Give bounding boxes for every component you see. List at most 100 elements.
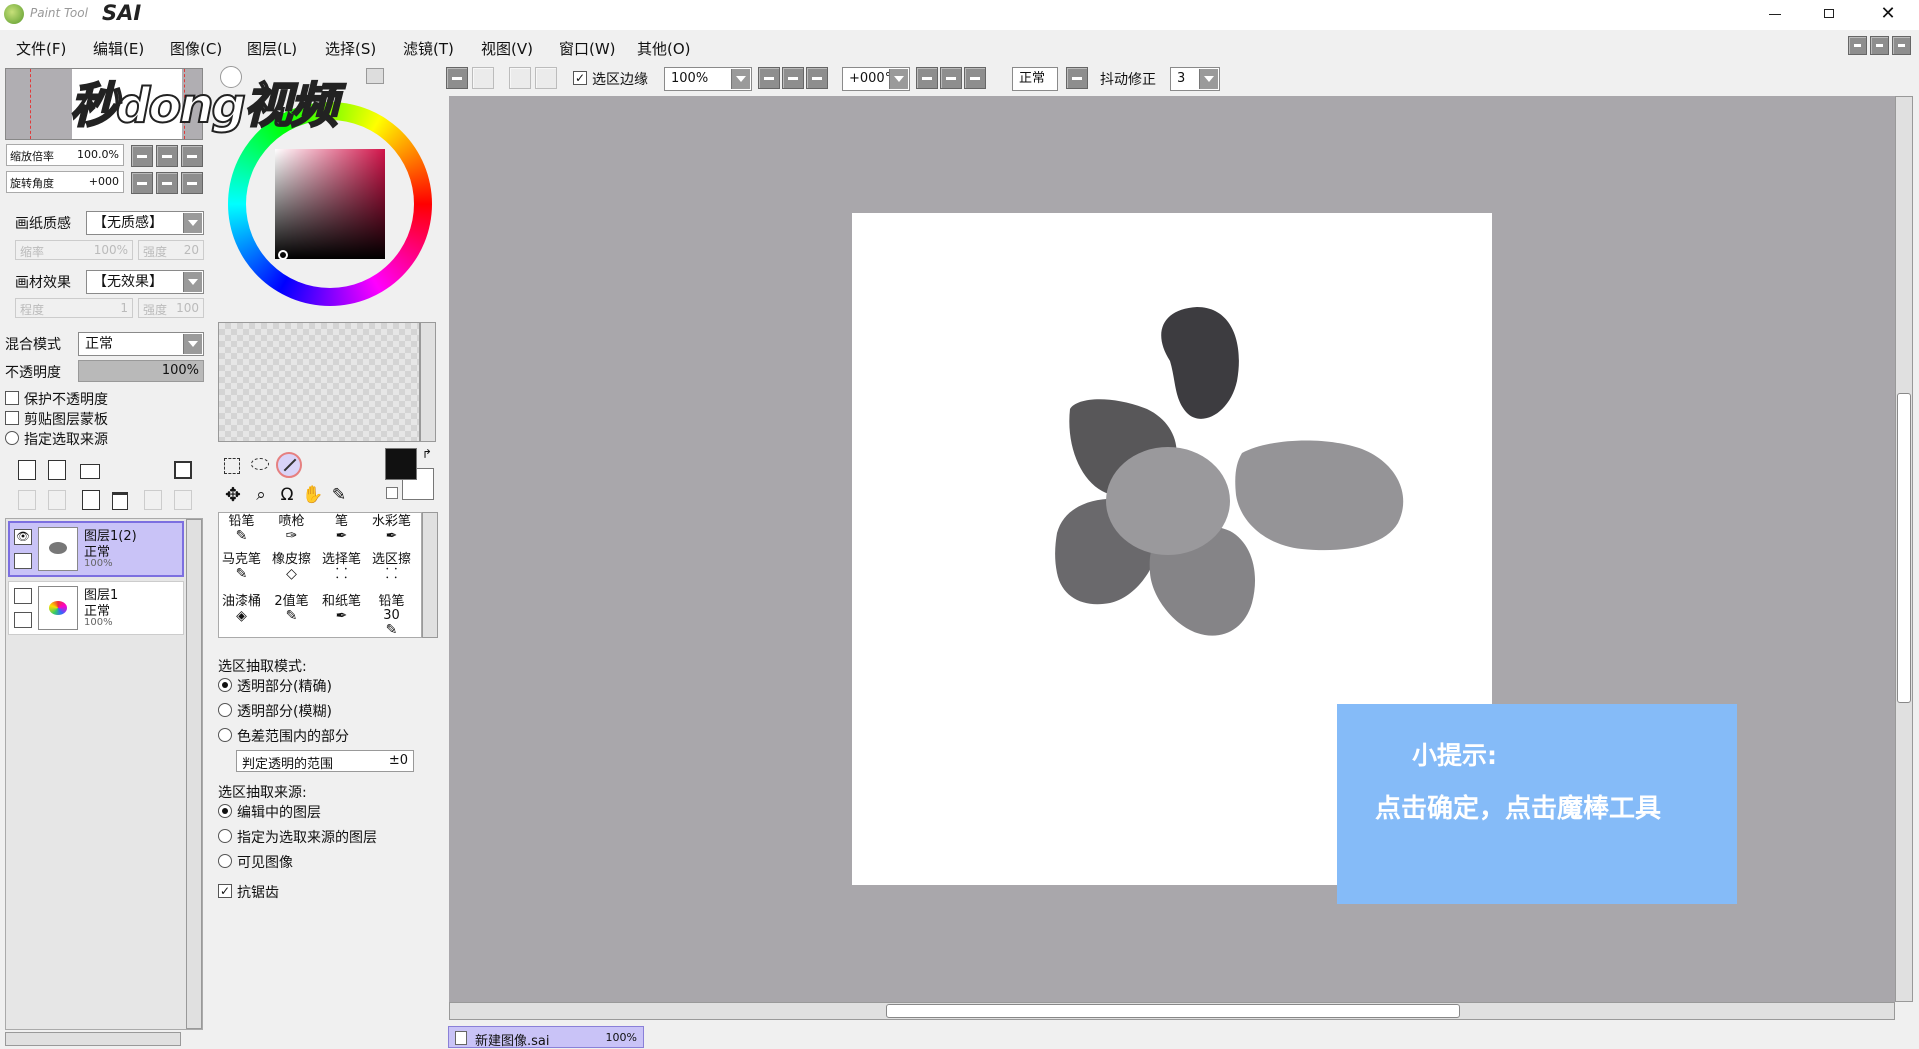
transfer-down-button[interactable] <box>18 490 36 510</box>
menu-view[interactable]: 视图(V) <box>481 38 533 59</box>
new-linework-layer-button[interactable] <box>48 460 66 480</box>
flip-view-button[interactable] <box>1066 67 1088 89</box>
deselect-button[interactable] <box>509 67 531 89</box>
color-panel-tab[interactable] <box>366 68 384 84</box>
brush-bucket[interactable]: 油漆桶 ◈ <box>221 595 262 629</box>
layer-row[interactable]: 👁 图层1(2) 正常 100% <box>8 521 184 577</box>
brush-eraser[interactable]: 橡皮擦 ◇ <box>271 553 312 587</box>
brush-pencil30[interactable]: 铅笔30 ✎ <box>371 595 412 638</box>
toolbar-zoom-in-button[interactable] <box>782 67 804 89</box>
document-tab[interactable]: 新建图像.sai 100% <box>448 1026 644 1049</box>
brush-washi[interactable]: 和纸笔 ✒ <box>321 595 362 629</box>
view-mode-select[interactable]: 正常 <box>1012 67 1058 91</box>
restore-button[interactable] <box>1810 0 1850 28</box>
selection-source-radio[interactable] <box>5 431 19 445</box>
rotate-right-button[interactable] <box>940 67 962 89</box>
rotate-ccw-button[interactable] <box>131 172 153 194</box>
layer-action-button[interactable] <box>144 490 162 510</box>
paper-effect-select[interactable]: 【无效果】 <box>86 270 204 294</box>
mdi-restore-button[interactable] <box>1870 36 1889 55</box>
menu-select[interactable]: 选择(S) <box>325 38 376 59</box>
brush-pencil[interactable]: 铅笔 ✎ <box>221 515 262 549</box>
toolbar-zoom-out-button[interactable] <box>758 67 780 89</box>
zoom-out-button[interactable] <box>131 145 153 167</box>
selection-edge-checkbox[interactable]: ✓ <box>573 71 587 85</box>
protect-opacity-checkbox[interactable] <box>5 391 19 405</box>
menu-edit[interactable]: 编辑(E) <box>93 38 144 59</box>
toolbar-zoom-reset-button[interactable] <box>806 67 828 89</box>
brush-lock-icon[interactable] <box>14 612 32 628</box>
eye-icon[interactable]: 👁 <box>14 529 32 545</box>
scratchpad-scrollbar[interactable] <box>420 322 436 442</box>
canvas-hscrollbar[interactable] <box>449 1002 1895 1020</box>
layer-list-scrollbar[interactable] <box>186 519 202 1029</box>
scratchpad[interactable] <box>218 322 420 442</box>
rect-select-icon[interactable] <box>224 458 240 474</box>
mode-radio-2[interactable] <box>218 728 232 742</box>
stabilizer-select[interactable]: 3 <box>1170 67 1220 91</box>
menu-file[interactable]: 文件(F) <box>16 38 66 59</box>
lasso-icon[interactable] <box>251 458 269 470</box>
hand-icon[interactable]: ✋ <box>302 484 324 506</box>
brush-grid-scrollbar[interactable] <box>422 512 438 638</box>
menu-layer[interactable]: 图层(L) <box>247 38 297 59</box>
rotate-reset-toolbar-button[interactable] <box>964 67 986 89</box>
brush-airbrush[interactable]: 喷枪 ✑ <box>271 515 312 549</box>
foreground-color-swatch[interactable] <box>385 448 417 480</box>
layer-row[interactable]: 图层1 正常 100% <box>8 581 184 635</box>
layer-action-button-2[interactable] <box>174 490 192 510</box>
blend-mode-select[interactable]: 正常 <box>78 332 204 356</box>
trash-icon[interactable] <box>112 492 128 510</box>
value-picker-handle[interactable] <box>278 250 288 260</box>
hscroll-thumb[interactable] <box>886 1004 1460 1018</box>
rotate-slider[interactable]: 旋转角度 +000 <box>6 171 124 193</box>
merge-down-button[interactable] <box>48 490 66 510</box>
left-panel-hscrollbar[interactable] <box>5 1032 181 1046</box>
close-button[interactable]: ✕ <box>1868 0 1908 28</box>
minimize-button[interactable] <box>1755 0 1795 28</box>
invert-select-button[interactable] <box>535 67 557 89</box>
mode-radio-1[interactable] <box>218 703 232 717</box>
menu-other[interactable]: 其他(O) <box>637 38 691 59</box>
brush-binary-pen[interactable]: 2值笔 ✎ <box>271 595 312 629</box>
eye-icon[interactable] <box>14 588 32 604</box>
transparent-color-swatch[interactable] <box>386 487 398 499</box>
rotate-left-button[interactable] <box>916 67 938 89</box>
clip-mask-checkbox[interactable] <box>5 411 19 425</box>
antialias-checkbox[interactable]: ✓ <box>218 884 232 898</box>
rotate-reset-button[interactable] <box>181 172 203 194</box>
magic-wand-button[interactable] <box>276 452 302 478</box>
new-layer-button[interactable] <box>18 460 36 480</box>
swap-colors-icon[interactable]: ↱ <box>422 447 432 461</box>
canvas-vscrollbar[interactable] <box>1895 96 1913 1002</box>
zoom-select[interactable]: 100% <box>664 67 752 91</box>
brush-select-eraser[interactable]: 选区擦 ⸬ <box>371 553 412 587</box>
move-icon[interactable]: ✥ <box>222 484 244 506</box>
redo-button[interactable] <box>472 67 494 89</box>
mode-radio-0[interactable] <box>218 678 232 692</box>
rotate-cw-button[interactable] <box>156 172 178 194</box>
clear-layer-button[interactable] <box>82 490 100 510</box>
source-radio-0[interactable] <box>218 804 232 818</box>
zoom-in-button[interactable] <box>156 145 178 167</box>
zoom-slider[interactable]: 缩放倍率 100.0% <box>6 144 124 166</box>
mdi-minimize-button[interactable] <box>1848 36 1867 55</box>
brush-watercolor[interactable]: 水彩笔 ✒ <box>371 515 412 549</box>
saturation-value-square[interactable] <box>275 149 385 259</box>
zoom-reset-button[interactable] <box>181 145 203 167</box>
rotate-icon[interactable]: Ω <box>276 484 298 506</box>
new-mask-button[interactable] <box>174 461 192 479</box>
rotation-select[interactable]: +000° <box>842 67 910 91</box>
zoom-icon[interactable]: ⌕ <box>250 484 272 506</box>
new-folder-button[interactable] <box>80 464 100 479</box>
menu-image[interactable]: 图像(C) <box>170 38 222 59</box>
brush-pen[interactable]: 笔 ✒ <box>321 515 362 549</box>
menu-filter[interactable]: 滤镜(T) <box>403 38 454 59</box>
mdi-close-button[interactable] <box>1892 36 1911 55</box>
undo-button[interactable] <box>446 67 468 89</box>
brush-marker[interactable]: 马克笔 ✎ <box>221 553 262 587</box>
transparency-range-slider[interactable]: 判定透明的范围 ±0 <box>236 750 414 772</box>
menu-window[interactable]: 窗口(W) <box>559 38 616 59</box>
vscroll-thumb[interactable] <box>1897 393 1911 703</box>
paper-texture-select[interactable]: 【无质感】 <box>86 211 204 235</box>
